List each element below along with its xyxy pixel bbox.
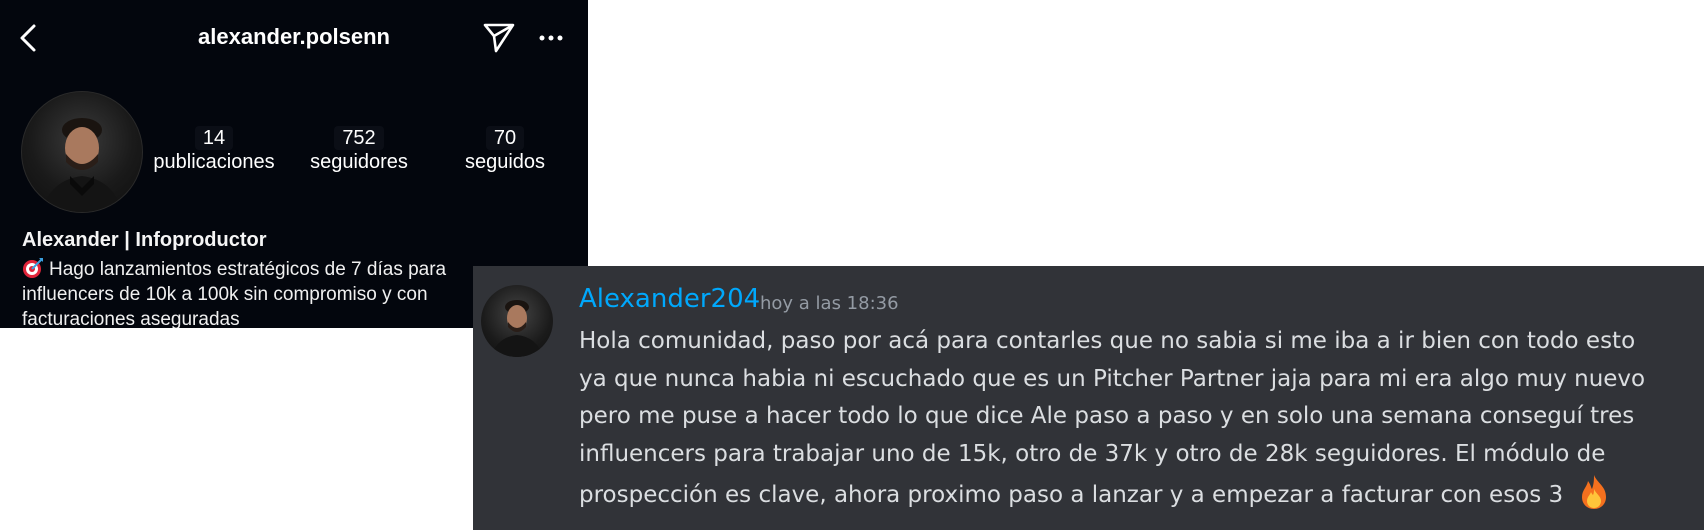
message-content: Hola comunidad, paso por acá para contar… [579, 323, 1669, 515]
stat-following-count: 70 [485, 126, 525, 150]
profile-header: alexander.polsenn [0, 0, 588, 76]
fire-icon [1575, 473, 1613, 511]
more-horizontal-icon[interactable] [537, 24, 565, 52]
message-timestamp: hoy a las 18:36 [760, 293, 899, 314]
profile-bio: Hago lanzamientos estratégicos de 7 días… [22, 257, 482, 328]
stat-followers[interactable]: 752 seguidores [300, 126, 418, 174]
message-text: Hola comunidad, paso por acá para contar… [579, 328, 1646, 508]
profile-avatar[interactable] [21, 91, 143, 213]
stat-posts-count: 14 [194, 126, 234, 150]
profile-display-name: Alexander | Infoproductor [22, 229, 267, 251]
stat-posts-label: publicaciones [153, 151, 275, 173]
stat-followers-label: seguidores [310, 151, 408, 173]
stat-following-label: seguidos [464, 151, 546, 173]
message-author-name[interactable]: Alexander204 [579, 284, 760, 314]
stat-posts[interactable]: 14 publicaciones [150, 126, 278, 174]
stat-following[interactable]: 70 seguidos [455, 126, 555, 174]
profile-bio-text: Hago lanzamientos estratégicos de 7 días… [22, 259, 447, 328]
target-dart-icon [22, 257, 44, 279]
paper-plane-icon[interactable] [482, 20, 516, 54]
discord-message: Alexander204 hoy a las 18:36 Hola comuni… [473, 266, 1704, 530]
stat-followers-count: 752 [334, 126, 384, 150]
message-author-avatar[interactable] [481, 285, 553, 357]
